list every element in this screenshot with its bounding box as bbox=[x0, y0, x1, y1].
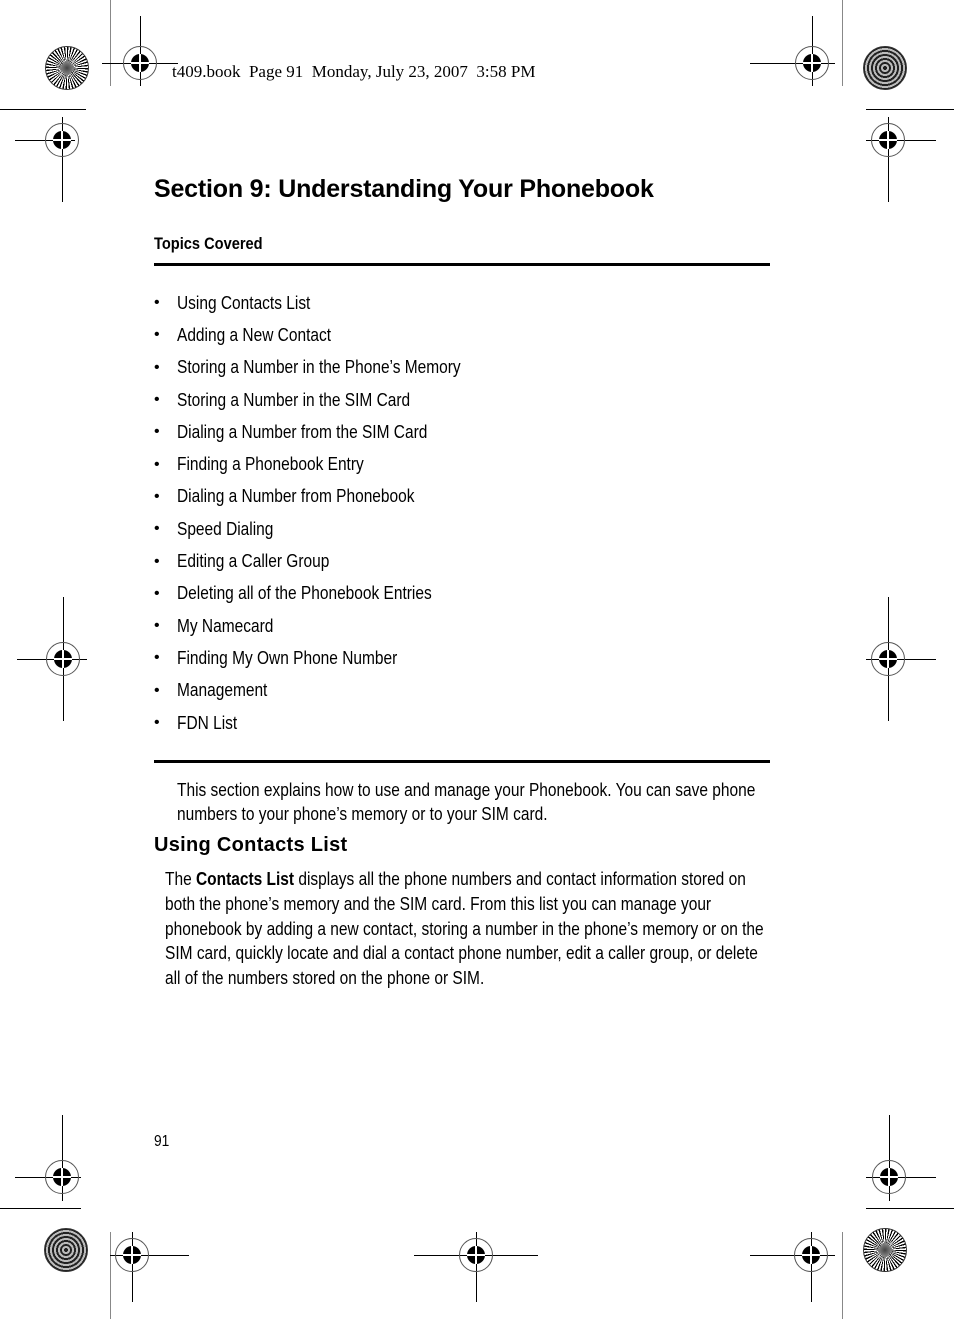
subsection-heading: Using Contacts List bbox=[154, 834, 348, 856]
topic-label: Finding a Phonebook Entry bbox=[177, 454, 364, 475]
registration-mark-icon bbox=[46, 642, 80, 676]
topics-bottom-rule bbox=[154, 760, 770, 763]
topic-item: • Deleting all of the Phonebook Entries bbox=[154, 578, 507, 610]
topic-label: My Namecard bbox=[177, 615, 274, 636]
registration-mark-icon bbox=[794, 1238, 828, 1272]
moire-icon bbox=[863, 46, 907, 90]
topic-item: • Adding a New Contact bbox=[154, 319, 507, 351]
bullet-icon: • bbox=[154, 552, 160, 570]
registration-mark-icon bbox=[123, 46, 157, 80]
topic-item: • FDN List bbox=[154, 707, 507, 739]
topics-list: • Using Contacts List • Adding a New Conta… bbox=[154, 287, 507, 739]
bullet-icon: • bbox=[154, 391, 160, 409]
page-number: 91 bbox=[154, 1133, 170, 1150]
topics-heading: Topics Covered bbox=[154, 234, 263, 253]
topic-label: FDN List bbox=[177, 712, 238, 733]
bullet-icon: • bbox=[154, 520, 160, 538]
print-header-stamp: t409.book Page 91 Monday, July 23, 2007 … bbox=[172, 62, 536, 81]
bullet-icon: • bbox=[154, 649, 160, 667]
topic-item: • My Namecard bbox=[154, 610, 507, 642]
registration-mark-icon bbox=[45, 1160, 79, 1194]
registration-mark-icon bbox=[871, 123, 905, 157]
para-bold-term: Contacts List bbox=[195, 869, 295, 889]
trim-line bbox=[110, 1232, 111, 1319]
para-prefix: The bbox=[165, 869, 196, 889]
bullet-icon: • bbox=[154, 358, 160, 376]
bullet-icon: • bbox=[154, 423, 160, 441]
starburst-icon bbox=[863, 1228, 907, 1272]
bullet-icon: • bbox=[154, 617, 160, 635]
topic-label: Dialing a Number from the SIM Card bbox=[177, 421, 428, 442]
registration-mark-icon bbox=[795, 46, 829, 80]
contacts-list-paragraph: The Contacts List displays all the phone… bbox=[165, 867, 767, 991]
topic-label: Adding a New Contact bbox=[177, 324, 332, 345]
topic-item: • Storing a Number in the Phone’s Memory bbox=[154, 352, 507, 384]
topic-label: Finding My Own Phone Number bbox=[177, 647, 398, 668]
registration-mark-icon bbox=[45, 123, 79, 157]
bullet-icon: • bbox=[154, 294, 160, 312]
crop-line bbox=[0, 1208, 81, 1209]
bullet-icon: • bbox=[154, 326, 160, 344]
topic-item: • Using Contacts List bbox=[154, 287, 507, 319]
topic-label: Storing a Number in the SIM Card bbox=[177, 389, 411, 410]
registration-mark-icon bbox=[459, 1238, 493, 1272]
topic-label: Deleting all of the Phonebook Entries bbox=[177, 583, 432, 604]
bullet-icon: • bbox=[154, 714, 160, 731]
topic-item: • Finding a Phonebook Entry bbox=[154, 448, 507, 480]
topic-item: • Management bbox=[154, 675, 507, 707]
crop-line bbox=[866, 1208, 954, 1209]
topic-label: Speed Dialing bbox=[177, 518, 274, 539]
trim-line bbox=[842, 0, 843, 86]
topic-item: • Dialing a Number from the SIM Card bbox=[154, 416, 507, 448]
bullet-icon: • bbox=[154, 681, 160, 699]
crop-line bbox=[866, 109, 954, 110]
trim-line bbox=[110, 0, 111, 86]
registration-mark-icon bbox=[871, 642, 905, 676]
topic-label: Editing a Caller Group bbox=[177, 551, 330, 572]
section-title: Section 9: Understanding Your Phonebook bbox=[154, 175, 654, 203]
topic-item: • Storing a Number in the SIM Card bbox=[154, 384, 507, 416]
topic-label: Storing a Number in the Phone’s Memory bbox=[177, 357, 461, 378]
intro-paragraph: This section explains how to use and man… bbox=[177, 780, 756, 824]
crop-line bbox=[0, 109, 86, 110]
topic-label: Using Contacts List bbox=[177, 292, 311, 313]
topic-label: Dialing a Number from Phonebook bbox=[177, 486, 415, 507]
registration-mark-icon bbox=[115, 1238, 149, 1272]
topic-item: • Editing a Caller Group bbox=[154, 545, 507, 577]
topic-item: • Dialing a Number from Phonebook bbox=[154, 481, 507, 513]
topics-top-rule bbox=[154, 263, 770, 266]
topic-item: • Finding My Own Phone Number bbox=[154, 642, 507, 674]
registration-mark-icon bbox=[872, 1160, 906, 1194]
trim-line bbox=[842, 1232, 843, 1319]
bullet-icon: • bbox=[154, 487, 160, 505]
moire-icon bbox=[44, 1228, 88, 1272]
bullet-icon: • bbox=[154, 455, 160, 473]
topic-item: • Speed Dialing bbox=[154, 513, 507, 545]
topic-label: Management bbox=[177, 680, 268, 701]
bullet-icon: • bbox=[154, 584, 160, 602]
starburst-icon bbox=[45, 46, 89, 90]
